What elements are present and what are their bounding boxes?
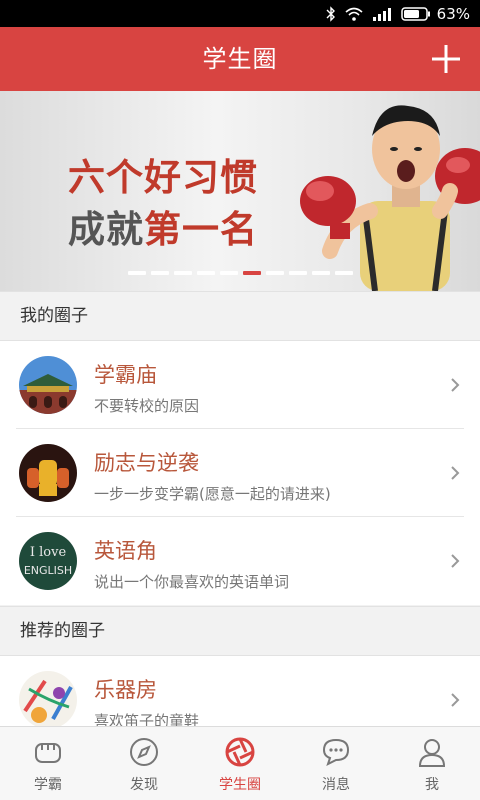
bottom-tab-bar: 学霸 发现 学生圈 消息 我 [0, 726, 480, 800]
tab-label: 学霸 [34, 777, 62, 793]
circle-desc: 一步一步变学霸(愿意一起的请进来) [94, 485, 331, 503]
battery-percent: 63% [436, 4, 470, 23]
section-my-circles: 我的圈子 [0, 291, 480, 341]
carousel-dots [128, 271, 353, 275]
wifi-icon [345, 7, 363, 21]
tab-label: 消息 [322, 777, 350, 793]
tab-me[interactable]: 我 [384, 727, 480, 800]
tab-label: 学生圈 [219, 777, 261, 793]
carousel-dot[interactable] [335, 271, 353, 275]
carousel-dot[interactable] [197, 271, 215, 275]
circle-name: 英语角 [94, 539, 157, 563]
boxer-boy-image [300, 105, 480, 291]
signal-icon [372, 7, 391, 21]
carousel-dot[interactable] [243, 271, 261, 275]
instrument-avatar [19, 671, 77, 729]
tab-label: 发现 [130, 777, 158, 793]
circle-item[interactable]: 励志与逆袭 一步一步变学霸(愿意一起的请进来) [0, 429, 480, 517]
circle-item[interactable]: I love ENGLISH 英语角 说出一个你最喜欢的英语单词 [0, 517, 480, 605]
carousel-dot[interactable] [151, 271, 169, 275]
battery-icon [400, 6, 430, 21]
compass-icon [130, 738, 158, 766]
banner-subline: 成就第一名 [68, 208, 258, 251]
section-recommended-circles: 推荐的圈子 [0, 606, 480, 656]
tab-label: 我 [425, 777, 439, 793]
bluetooth-icon [326, 5, 335, 22]
carousel-dot[interactable] [266, 271, 284, 275]
fist-icon [35, 743, 61, 763]
user-icon [418, 739, 446, 767]
page-title: 学生圈 [202, 45, 278, 73]
circle-desc: 不要转校的原因 [94, 397, 200, 415]
banner-headline: 六个好习惯 [68, 156, 258, 199]
promo-banner[interactable]: 六个好习惯 成就第一名 [0, 91, 480, 291]
chevron-right-icon [451, 693, 460, 707]
carousel-dot[interactable] [312, 271, 330, 275]
tab-discover[interactable]: 发现 [96, 727, 192, 800]
app-bar: 学生圈 [0, 27, 480, 91]
chevron-right-icon [451, 466, 460, 480]
chat-icon [322, 738, 350, 766]
circle-desc: 说出一个你最喜欢的英语单词 [94, 573, 290, 591]
carousel-dot[interactable] [174, 271, 192, 275]
temple-avatar [19, 356, 77, 414]
fist-avatar [19, 444, 77, 502]
tab-messages[interactable]: 消息 [288, 727, 384, 800]
carousel-dot[interactable] [128, 271, 146, 275]
tab-student-circle[interactable]: 学生圈 [192, 727, 288, 800]
tab-xueba[interactable]: 学霸 [0, 727, 96, 800]
english-avatar-text-2: ENGLISH [24, 564, 72, 577]
chevron-right-icon [451, 554, 460, 568]
status-bar: 63% [0, 0, 480, 27]
circle-name: 学霸庙 [94, 363, 157, 387]
circle-item[interactable]: 学霸庙 不要转校的原因 [0, 341, 480, 429]
english-avatar: I love ENGLISH [19, 532, 77, 590]
english-avatar-text-1: I love [30, 545, 67, 560]
carousel-dot[interactable] [289, 271, 307, 275]
carousel-dot[interactable] [220, 271, 238, 275]
chevron-right-icon [451, 378, 460, 392]
circle-name: 励志与逆袭 [94, 451, 199, 475]
circle-name: 乐器房 [94, 678, 157, 702]
aperture-icon [225, 737, 255, 767]
plus-icon[interactable] [430, 43, 462, 75]
battery-indicator: 63% [400, 4, 470, 23]
